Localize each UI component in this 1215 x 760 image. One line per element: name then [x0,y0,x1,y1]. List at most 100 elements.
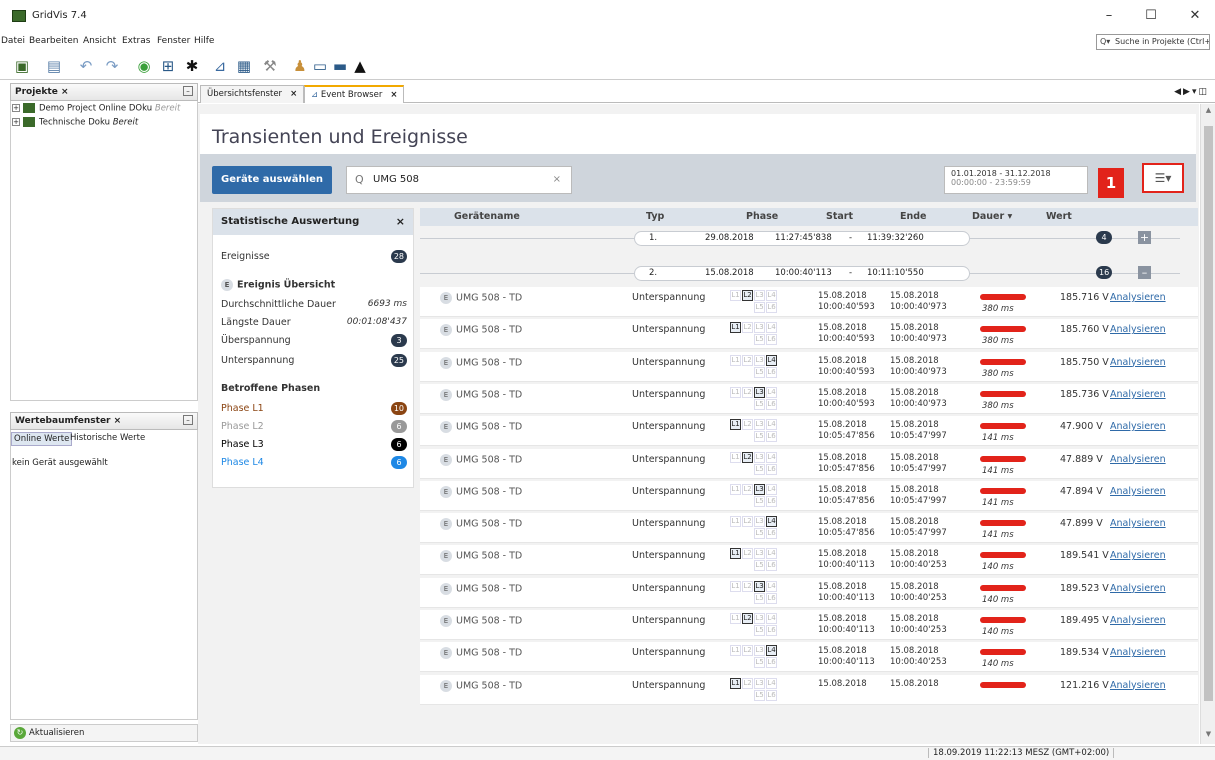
table-row[interactable]: E UMG 508 - TD Unterspannung L1 L2 L3 L4 L5 L6 15… [420,642,1198,673]
column-ende[interactable]: Ende [900,211,927,222]
analyze-link[interactable]: Analysieren [1110,615,1166,626]
minimize-panel-icon[interactable]: – [183,415,193,425]
analyze-link[interactable]: Analysieren [1110,550,1166,561]
column-wert[interactable]: Wert [1046,211,1072,222]
device-icon[interactable]: ▭ [310,56,330,76]
table-row[interactable]: E UMG 508 - TD Unterspannung L1 L2 L3 L4 L5 L6 15… [420,287,1198,317]
table-row[interactable]: E UMG 508 - TD Unterspannung L1 L2 L3 L4 L5 L6 15… [420,416,1198,447]
phase-indicator: L1 L2 L3 L4 L5 L6 [730,322,777,346]
menu-datei[interactable]: Datei [1,36,25,46]
device-search-input[interactable]: Q UMG 508 × [346,166,572,194]
analyze-link[interactable]: Analysieren [1110,292,1166,303]
column-dauer[interactable]: Dauer ▾ [972,211,1012,222]
tab-event-browser[interactable]: ⊿ Event Browser × [304,85,405,103]
table-row[interactable]: E UMG 508 - TD Unterspannung L1 L2 L3 L4 L5 L6 15… [420,610,1198,640]
refresh-icon[interactable]: ◉ [134,56,154,76]
scroll-up-icon[interactable]: ▲ [1201,106,1215,114]
end-datetime: 15.08.2018 10:00:40'973 [890,356,947,378]
menu-hilfe[interactable]: Hilfe [194,36,214,46]
undo-icon[interactable]: ↶ [76,56,96,76]
device-label: UMG 508 - TD [456,324,523,336]
phase-row-l4[interactable]: Phase L4 6 [221,456,407,469]
event-value: 189.541 V [1060,550,1109,562]
clear-search-icon[interactable]: × [553,167,561,193]
open-project-icon[interactable]: ▣ [12,56,32,76]
tab-online-werte[interactable]: Online Werte [11,432,73,446]
column-typ[interactable]: Typ [646,211,664,222]
menu-bearbeiten[interactable]: Bearbeiten [29,36,78,46]
tab-uebersichtsfenster[interactable]: Übersichtsfenster × [200,85,305,103]
menu-fenster[interactable]: Fenster [157,36,190,46]
tree-item-demo-project[interactable]: + Demo Project Online DOku Bereit [12,103,180,114]
table-row[interactable]: E UMG 508 - TD Unterspannung L1 L2 L3 L4 L5 L6 15… [420,674,1198,705]
start-time: 10:00:40'593 [818,366,875,377]
phase-row-l3[interactable]: Phase L3 6 [221,438,407,451]
connect-icon[interactable]: ✱ [182,56,202,76]
select-devices-button[interactable]: Geräte auswählen [212,166,332,194]
table-row[interactable]: E UMG 508 - TD Unterspannung L1 L2 L3 L4 L5 L6 15… [420,577,1198,608]
table-row[interactable]: E UMG 508 - TD Unterspannung L1 L2 L3 L4 L5 L6 15… [420,351,1198,382]
expand-icon[interactable]: + [12,118,20,126]
event-group[interactable]: 2. 15.08.2018 10:00:40'113 - 10:11:10'55… [420,264,1198,282]
analyze-link[interactable]: Analysieren [1110,486,1166,497]
date-range-picker[interactable]: 01.01.2018 - 31.12.2018 00:00:00 - 23:59… [944,166,1088,194]
maximize-button[interactable]: ☐ [1136,6,1166,26]
close-icon[interactable]: × [290,89,297,99]
table-row[interactable]: E UMG 508 - TD Unterspannung L1 L2 L3 L4 L5 L6 15… [420,448,1198,479]
expand-group-button[interactable]: + [1138,231,1151,244]
close-icon[interactable]: × [61,87,69,97]
table-row[interactable]: E UMG 508 - TD Unterspannung L1 L2 L3 L4 L5 L6 15… [420,319,1198,350]
refresh-button[interactable]: ↻ Aktualisieren [10,724,198,742]
table-row[interactable]: E UMG 508 - TD Unterspannung L1 L2 L3 L4 L5 L6 15… [420,513,1198,544]
close-icon[interactable]: × [396,215,405,228]
tab-historische-werte[interactable]: Historische Werte [68,432,147,444]
save-icon[interactable]: ▤ [44,56,64,76]
analyze-link[interactable]: Analysieren [1110,454,1166,465]
analyze-link[interactable]: Analysieren [1110,583,1166,594]
scroll-down-icon[interactable]: ▼ [1201,730,1215,738]
menu-extras[interactable]: Extras [122,36,150,46]
learn-icon[interactable]: ▲ [350,56,370,76]
column-name[interactable]: Gerätename [454,211,520,222]
table-row[interactable]: E UMG 508 - TD Unterspannung L1 L2 L3 L4 L5 L6 15… [420,383,1198,414]
analyze-link[interactable]: Analysieren [1110,324,1166,335]
scrollbar-thumb[interactable] [1204,126,1213,701]
analyze-link[interactable]: Analysieren [1110,680,1166,691]
close-icon[interactable]: × [114,416,122,426]
users-icon[interactable]: ♟ [290,56,310,76]
analyze-link[interactable]: Analysieren [1110,357,1166,368]
analyze-link[interactable]: Analysieren [1110,518,1166,529]
column-phase[interactable]: Phase [746,211,778,222]
phase-row-l2[interactable]: Phase L2 6 [221,420,407,433]
chart-icon[interactable]: ⊿ [210,56,230,76]
phase-l1-indicator: L1 [730,645,741,657]
collapse-group-button[interactable]: – [1138,266,1151,279]
menu-ansicht[interactable]: Ansicht [83,36,116,46]
redo-icon[interactable]: ↷ [102,56,122,76]
project-search-input[interactable]: Q▾ Suche in Projekte (Ctrl+I) [1096,34,1210,50]
minimize-panel-icon[interactable]: – [183,86,193,96]
analyze-link[interactable]: Analysieren [1110,389,1166,400]
vertical-scrollbar[interactable]: ▲ ▼ [1200,104,1215,744]
phase-row-l1[interactable]: Phase L1 10 [221,402,407,415]
event-group[interactable]: 1. 29.08.2018 11:27:45'838 - 11:39:32'26… [420,229,1198,247]
minimize-button[interactable]: – [1094,6,1124,26]
device-name: E UMG 508 - TD [440,615,522,627]
analyze-link[interactable]: Analysieren [1110,421,1166,432]
tree-item-technische-doku[interactable]: + Technische Doku Bereit [12,117,138,128]
phase-l3-indicator: L3 [754,677,765,689]
tools-icon[interactable]: ⚒ [260,56,280,76]
graph-icon[interactable]: ▦ [234,56,254,76]
close-icon[interactable]: × [390,90,397,100]
report-icon[interactable]: ▬ [330,56,350,76]
close-button[interactable]: ✕ [1180,6,1210,26]
table-row[interactable]: E UMG 508 - TD Unterspannung L1 L2 L3 L4 L5 L6 15… [420,545,1198,576]
expand-icon[interactable]: + [12,104,20,112]
table-row[interactable]: E UMG 508 - TD Unterspannung L1 L2 L3 L4 L5 L6 15… [420,480,1198,511]
import-icon[interactable]: ⊞ [158,56,178,76]
analyze-link[interactable]: Analysieren [1110,647,1166,658]
column-start[interactable]: Start [826,211,853,222]
list-options-button[interactable]: ☰▾ [1142,163,1184,193]
count-badge: 25 [390,354,407,367]
tab-controls[interactable]: ◀▶▾◫ [1174,87,1209,97]
